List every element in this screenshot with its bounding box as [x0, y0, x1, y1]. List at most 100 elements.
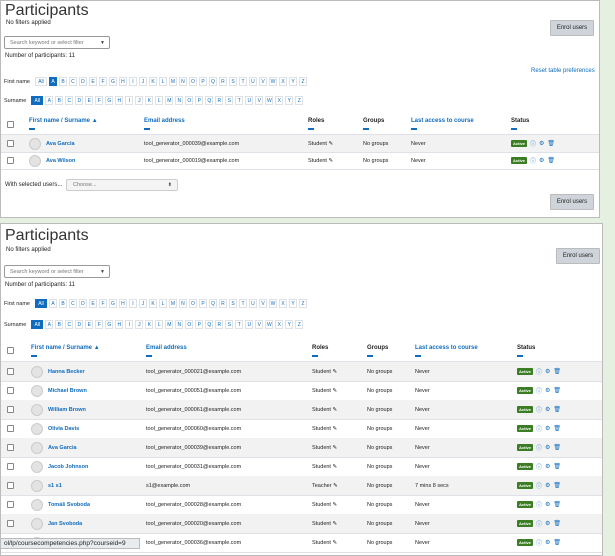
- select-all-checkbox[interactable]: [7, 120, 14, 128]
- first-letter-y[interactable]: Y: [288, 299, 297, 308]
- info-icon[interactable]: ⓘ: [530, 156, 536, 165]
- first-letter-a[interactable]: A: [48, 77, 57, 86]
- column-last-access-2[interactable]: Last access to course: [415, 345, 478, 351]
- participant-name-link[interactable]: Michael Brown: [48, 388, 87, 394]
- info-icon[interactable]: ⓘ: [536, 405, 542, 414]
- gear-icon[interactable]: ⚙: [545, 539, 550, 546]
- first-letter-w[interactable]: W: [268, 77, 277, 86]
- first-letter-t[interactable]: T: [238, 77, 247, 86]
- gear-icon[interactable]: ⚙: [545, 520, 550, 527]
- info-icon[interactable]: ⓘ: [536, 386, 542, 395]
- surname-letter-i[interactable]: I: [125, 96, 134, 105]
- first-letter-y[interactable]: Y: [288, 77, 297, 86]
- surname-letter-t[interactable]: T: [235, 320, 244, 329]
- participant-name-link[interactable]: Ava Garcia: [48, 445, 77, 451]
- first-letter-d[interactable]: D: [78, 77, 87, 86]
- trash-icon[interactable]: 🗑: [553, 444, 561, 451]
- surname-letter-d[interactable]: D: [75, 96, 84, 105]
- column-email[interactable]: Email address: [144, 118, 185, 124]
- surname-letter-b[interactable]: B: [55, 96, 64, 105]
- surname-letter-a[interactable]: A: [45, 320, 54, 329]
- surname-letter-m[interactable]: M: [165, 320, 174, 329]
- trash-icon[interactable]: 🗑: [553, 425, 561, 432]
- surname-letter-o[interactable]: O: [185, 320, 194, 329]
- first-letter-o[interactable]: O: [188, 77, 197, 86]
- surname-letter-y[interactable]: Y: [285, 96, 294, 105]
- info-icon[interactable]: ⓘ: [536, 538, 542, 547]
- surname-letter-q[interactable]: Q: [205, 96, 214, 105]
- surname-letter-u[interactable]: U: [245, 320, 254, 329]
- participant-name-link[interactable]: Tomáš Svoboda: [48, 502, 90, 508]
- trash-icon[interactable]: 🗑: [553, 501, 561, 508]
- surname-letter-x[interactable]: X: [275, 320, 284, 329]
- surname-letter-e[interactable]: E: [85, 96, 94, 105]
- trash-icon[interactable]: 🗑: [553, 387, 561, 394]
- first-letter-g[interactable]: G: [108, 77, 117, 86]
- row-checkbox[interactable]: [7, 140, 14, 147]
- row-checkbox[interactable]: [7, 444, 14, 451]
- enrol-users-button-bottom[interactable]: Enrol users: [550, 194, 594, 210]
- trash-icon[interactable]: 🗑: [553, 368, 561, 375]
- first-letter-x[interactable]: X: [278, 77, 287, 86]
- info-icon[interactable]: ⓘ: [536, 424, 542, 433]
- pencil-icon[interactable]: ✎: [329, 158, 334, 164]
- first-letter-v[interactable]: V: [258, 77, 267, 86]
- column-last-access[interactable]: Last access to course: [411, 118, 474, 124]
- first-letter-q[interactable]: Q: [208, 77, 217, 86]
- surname-letter-x[interactable]: X: [275, 96, 284, 105]
- search-input-2[interactable]: Search keyword or select filter ▼: [4, 265, 110, 278]
- surname-letter-w[interactable]: W: [265, 320, 274, 329]
- surname-letter-r[interactable]: R: [215, 96, 224, 105]
- first-letter-n[interactable]: N: [178, 299, 187, 308]
- surname-letter-v[interactable]: V: [255, 320, 264, 329]
- participant-name-link[interactable]: Olivia Davis: [48, 426, 79, 432]
- surname-letter-p[interactable]: P: [195, 96, 204, 105]
- first-letter-u[interactable]: U: [248, 77, 257, 86]
- first-letter-p[interactable]: P: [198, 77, 207, 86]
- surname-letter-r[interactable]: R: [215, 320, 224, 329]
- first-letter-q[interactable]: Q: [208, 299, 217, 308]
- first-letter-w[interactable]: W: [268, 299, 277, 308]
- surname-letter-t[interactable]: T: [235, 96, 244, 105]
- surname-letter-f[interactable]: F: [95, 320, 104, 329]
- surname-letter-s[interactable]: S: [225, 96, 234, 105]
- enrol-users-button[interactable]: Enrol users: [550, 20, 594, 36]
- row-checkbox[interactable]: [7, 387, 14, 394]
- participant-name-link[interactable]: William Brown: [48, 407, 86, 413]
- select-all-checkbox-2[interactable]: [7, 347, 14, 354]
- info-icon[interactable]: ⓘ: [536, 519, 542, 528]
- surname-letter-all[interactable]: All: [31, 320, 44, 329]
- surname-letter-f[interactable]: F: [95, 96, 104, 105]
- surname-letter-c[interactable]: C: [65, 320, 74, 329]
- first-letter-x[interactable]: X: [278, 299, 287, 308]
- surname-letter-o[interactable]: O: [185, 96, 194, 105]
- surname-letter-k[interactable]: K: [145, 96, 154, 105]
- info-icon[interactable]: ⓘ: [536, 367, 542, 376]
- surname-letter-s[interactable]: S: [225, 320, 234, 329]
- first-letter-v[interactable]: V: [258, 299, 267, 308]
- pencil-icon[interactable]: ✎: [333, 502, 338, 508]
- row-checkbox[interactable]: [7, 406, 14, 413]
- surname-letter-e[interactable]: E: [85, 320, 94, 329]
- pencil-icon[interactable]: ✎: [333, 464, 338, 470]
- first-letter-l[interactable]: L: [158, 299, 167, 308]
- first-letter-h[interactable]: H: [118, 299, 127, 308]
- surname-letter-h[interactable]: H: [115, 320, 124, 329]
- pencil-icon[interactable]: ✎: [333, 388, 338, 394]
- search-input[interactable]: Search keyword or select filter ▼: [4, 36, 110, 49]
- surname-letter-j[interactable]: J: [135, 96, 144, 105]
- participant-name-link[interactable]: Ava Wilson: [46, 158, 75, 164]
- surname-letter-all[interactable]: All: [31, 96, 44, 105]
- info-icon[interactable]: ⓘ: [536, 500, 542, 509]
- gear-icon[interactable]: ⚙: [545, 406, 550, 413]
- first-letter-t[interactable]: T: [238, 299, 247, 308]
- surname-letter-z[interactable]: Z: [295, 320, 304, 329]
- pencil-icon[interactable]: ✎: [333, 369, 338, 375]
- surname-letter-l[interactable]: L: [155, 96, 164, 105]
- participant-name-link[interactable]: s1 s1: [48, 483, 62, 489]
- gear-icon[interactable]: ⚙: [545, 425, 550, 432]
- first-letter-i[interactable]: I: [128, 77, 137, 86]
- gear-icon[interactable]: ⚙: [545, 482, 550, 489]
- first-letter-c[interactable]: C: [68, 77, 77, 86]
- surname-letter-n[interactable]: N: [175, 320, 184, 329]
